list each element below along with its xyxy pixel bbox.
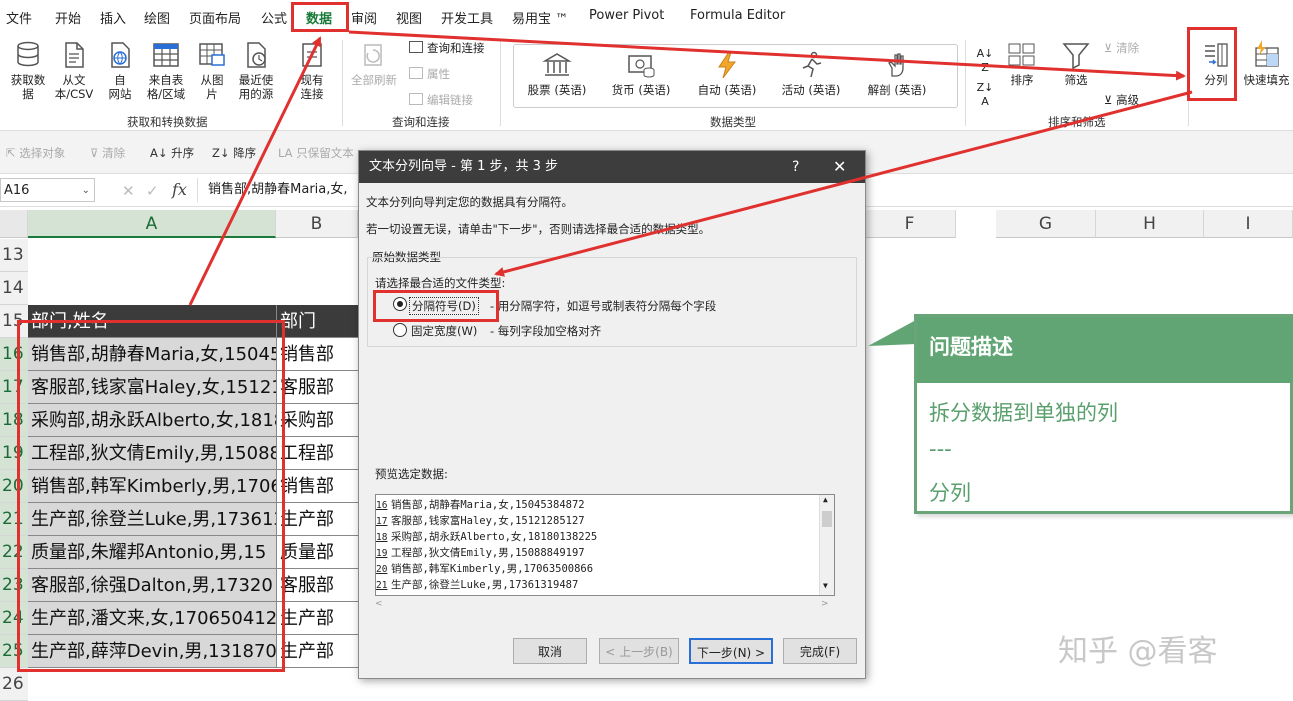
arrow-to-data-tab [188,36,322,306]
arrow-to-split [348,30,1186,81]
arrow-to-delimited [494,90,1193,277]
watermark: 知乎 @看客 [1058,634,1218,669]
annotation-arrows [188,30,1193,306]
